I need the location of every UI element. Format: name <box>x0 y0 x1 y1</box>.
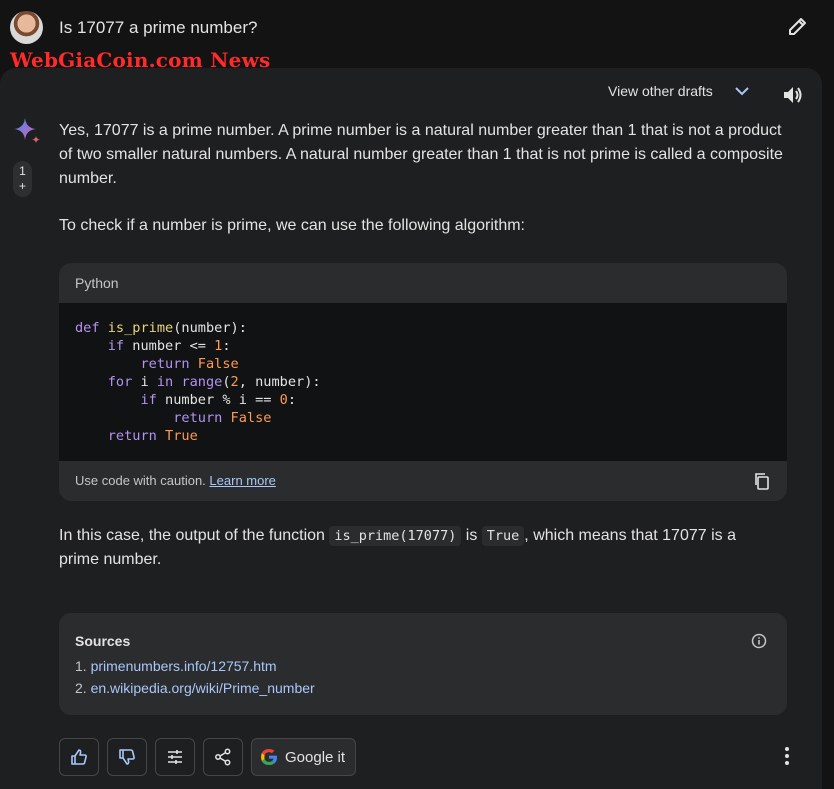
code-token: number <= <box>124 338 215 354</box>
text-run: is <box>461 527 482 544</box>
code-token: False <box>230 410 272 426</box>
gemini-sparkle-icon <box>14 118 40 143</box>
sources-title: Sources <box>75 633 131 649</box>
prompt-text: Is 17077 a prime number? <box>59 18 258 37</box>
code-token: ( <box>222 374 231 390</box>
code-token: def <box>75 320 100 336</box>
user-avatar[interactable] <box>10 11 43 44</box>
code-language-label: Python <box>59 263 787 303</box>
source-item: 2. en.wikipedia.org/wiki/Prime_number <box>75 677 771 699</box>
code-token: 2 <box>230 374 239 390</box>
response-paragraph: To check if a number is prime, we can us… <box>59 217 525 234</box>
code-token: number % i == <box>156 392 280 408</box>
code-token: for <box>107 374 133 390</box>
code-token: return <box>140 356 190 372</box>
code-token: if <box>107 338 125 354</box>
copy-icon[interactable] <box>753 472 771 490</box>
view-other-drafts-button[interactable]: View other drafts <box>608 83 713 99</box>
draft-number: 1 <box>19 164 26 178</box>
speaker-icon[interactable] <box>781 84 805 106</box>
tune-icon <box>168 750 182 764</box>
sources-card: Sources 1. primenumbers.info/12757.htm 2… <box>59 613 787 715</box>
thumbs-down-button[interactable] <box>107 738 147 776</box>
source-link[interactable]: primenumbers.info/12757.htm <box>91 658 277 674</box>
code-token: if <box>140 392 157 408</box>
google-it-button[interactable]: Google it <box>251 738 356 776</box>
code-block: Python def is_prime(number): if number <… <box>59 263 787 501</box>
code-token: is_prime <box>107 320 174 336</box>
code-token: : <box>222 338 231 354</box>
code-token: return <box>173 410 223 426</box>
code-token: False <box>197 356 239 372</box>
code-token: 0 <box>279 392 288 408</box>
code-content[interactable]: def is_prime(number): if number <= 1: re… <box>59 303 787 461</box>
source-index: 1. <box>75 658 87 674</box>
code-token: : <box>287 392 296 408</box>
more-vertical-icon[interactable] <box>780 745 794 767</box>
code-token: range <box>181 374 223 390</box>
text-run: In this case, the output of the function <box>59 527 330 544</box>
share-icon <box>215 748 231 766</box>
pencil-icon[interactable] <box>786 14 810 38</box>
thumbs-up-button[interactable] <box>59 738 99 776</box>
source-link[interactable]: en.wikipedia.org/wiki/Prime_number <box>91 680 315 696</box>
inline-code: True <box>481 526 525 546</box>
modify-response-button[interactable] <box>155 738 195 776</box>
google-logo-icon <box>261 749 277 765</box>
inline-code: is_prime(17077) <box>329 526 462 546</box>
thumbs-up-icon <box>71 749 87 765</box>
code-token: , number): <box>238 374 321 390</box>
response-paragraph: In this case, the output of the function… <box>59 524 779 572</box>
code-token: (number): <box>173 320 247 336</box>
learn-more-link[interactable]: Learn more <box>209 473 275 488</box>
draft-indicator[interactable]: 1 + <box>13 161 32 197</box>
code-token: i <box>132 374 157 390</box>
code-token: return <box>107 428 157 444</box>
info-icon[interactable] <box>751 633 767 649</box>
chevron-down-icon[interactable] <box>733 84 751 98</box>
code-footer: Use code with caution. Learn more <box>59 461 787 501</box>
draft-plus: + <box>18 179 26 193</box>
source-index: 2. <box>75 680 87 696</box>
share-button[interactable] <box>203 738 243 776</box>
code-token: in <box>156 374 174 390</box>
code-token: True <box>165 428 198 444</box>
thumbs-down-icon <box>119 749 135 765</box>
response-paragraph: Yes, 17077 is a prime number. A prime nu… <box>59 122 783 187</box>
google-it-label: Google it <box>285 748 346 766</box>
caution-text: Use code with caution. <box>75 473 206 488</box>
source-item: 1. primenumbers.info/12757.htm <box>75 655 771 677</box>
